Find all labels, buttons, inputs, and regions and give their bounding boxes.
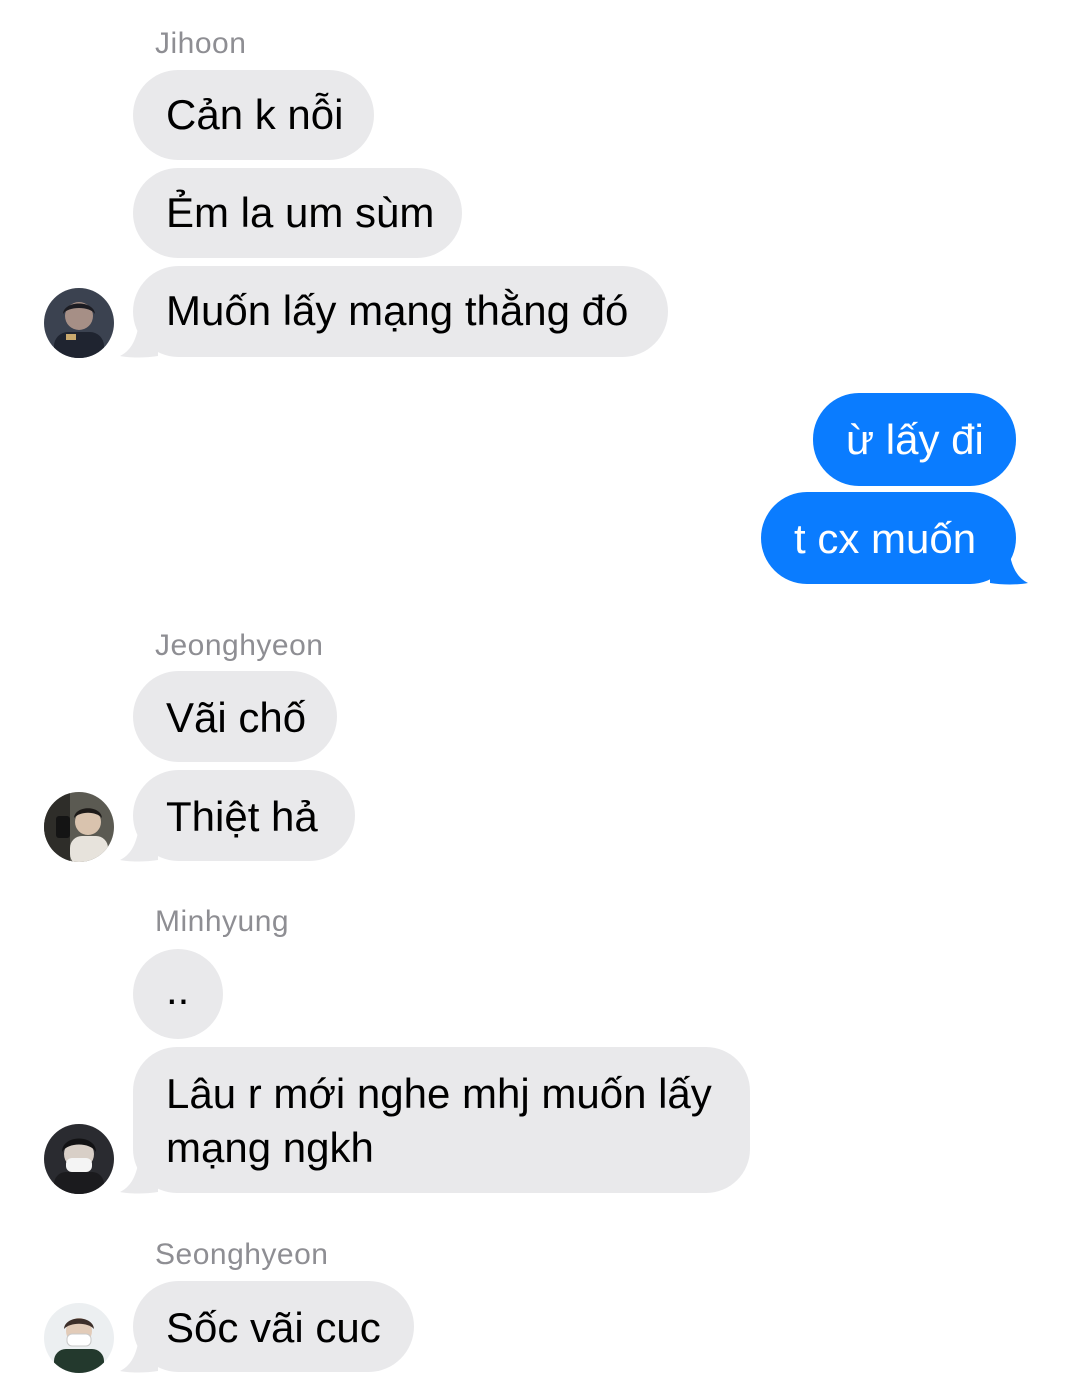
user-avatar-icon (44, 1124, 114, 1194)
bubble-tail-icon (990, 541, 1028, 585)
message-bubble[interactable]: .. (133, 949, 223, 1039)
message-text: Thiệt hả (166, 793, 318, 840)
avatar-jeonghyeon[interactable] (44, 792, 114, 862)
avatar-jihoon[interactable] (44, 288, 114, 358)
message-bubble[interactable]: Thiệt hả (133, 770, 355, 861)
sender-name-minhyung: Minhyung (155, 905, 290, 938)
message-bubble[interactable]: Sốc vãi cuc (133, 1281, 414, 1372)
message-text: Vãi chố (166, 694, 307, 741)
message-bubble-outgoing[interactable]: t cx muốn (761, 492, 1016, 584)
sender-name-jeonghyeon: Jeonghyeon (155, 629, 324, 662)
message-bubble[interactable]: Muốn lấy mạng thằng đó (133, 266, 668, 357)
sender-name-seonghyeon: Seonghyeon (155, 1238, 329, 1271)
bubble-tail-icon (120, 1329, 158, 1373)
avatar-minhyung[interactable] (44, 1124, 114, 1194)
message-bubble[interactable]: Lâu r mới nghe mhj muốn lấy mạng ngkh (133, 1047, 750, 1193)
bubble-tail-icon (120, 818, 158, 862)
message-text: ừ lấy đi (846, 416, 984, 463)
message-text: Cản k nỗi (166, 91, 344, 138)
message-bubble[interactable]: Ẻm la um sùm (133, 168, 462, 258)
message-text: .. (166, 966, 190, 1013)
avatar-seonghyeon[interactable] (44, 1303, 114, 1373)
sender-name-jihoon: Jihoon (155, 27, 247, 60)
message-text: Sốc vãi cuc (166, 1304, 381, 1351)
message-text: Lâu r mới nghe mhj muốn lấy mạng ngkh (166, 1070, 712, 1171)
message-bubble[interactable]: Vãi chố (133, 671, 337, 762)
message-text: t cx muốn (794, 515, 977, 562)
user-avatar-icon (44, 1303, 114, 1373)
user-avatar-icon (44, 792, 114, 862)
bubble-tail-icon (120, 314, 158, 358)
bubble-tail-icon (120, 1150, 158, 1194)
message-bubble[interactable]: Cản k nỗi (133, 70, 374, 160)
message-text: Ẻm la um sùm (166, 189, 435, 236)
message-text: Muốn lấy mạng thằng đó (166, 287, 629, 334)
user-avatar-icon (44, 288, 114, 358)
message-bubble-outgoing[interactable]: ừ lấy đi (813, 393, 1016, 486)
